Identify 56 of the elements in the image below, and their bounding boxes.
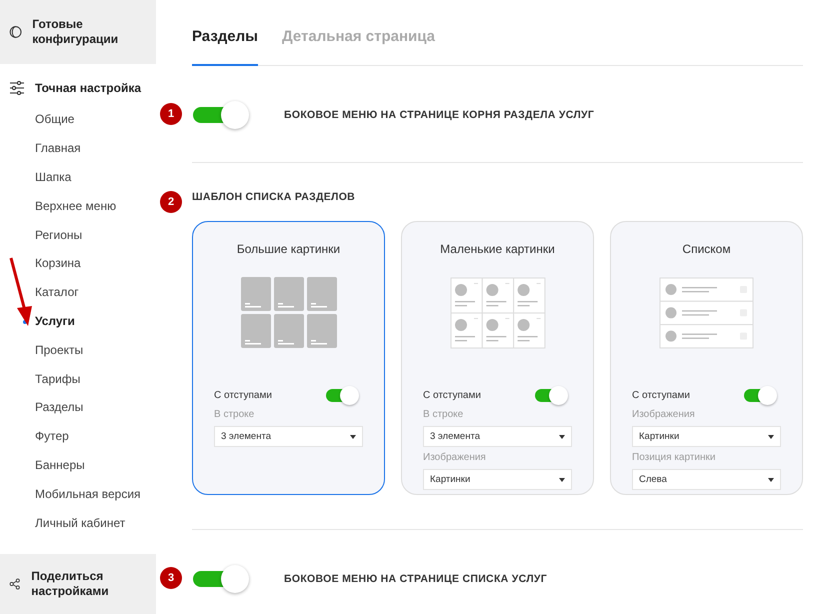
sidebar-item[interactable]: Разделы [35, 400, 84, 414]
sidebar-item[interactable]: Каталог [35, 285, 79, 300]
toggle-switch[interactable] [192, 100, 250, 130]
sidebar-item[interactable]: Футер [35, 429, 69, 444]
template-card[interactable]: Списком С отступами Изображения Картинки Позиция картинки Слева [610, 221, 803, 495]
sidebar-item[interactable]: Мобильная версия [35, 486, 141, 501]
circle-icon [9, 24, 22, 40]
sidebar-item[interactable]: Общие [35, 112, 74, 126]
caret-icon [768, 434, 774, 438]
toggle-switch[interactable] [192, 564, 250, 594]
field-label: Изображения [632, 409, 696, 422]
sidebar-item[interactable]: Регионы [35, 228, 82, 242]
select-field[interactable]: Картинки [423, 469, 572, 490]
caret-icon [559, 434, 565, 438]
select-field[interactable]: Слева [632, 469, 781, 490]
section-heading: ШАБЛОН СПИСКА РАЗДЕЛОВ [192, 191, 356, 203]
sidebar-item[interactable]: Баннеры [35, 458, 85, 472]
caret-icon [559, 478, 565, 482]
sidebar-item[interactable]: Шапка [35, 170, 72, 184]
card-title: Маленькие картинки [439, 242, 556, 258]
switch-label: С отступами [423, 390, 481, 400]
template-card[interactable]: Большие картинки С отступами В строке 3 элемента [192, 221, 385, 495]
sidebar-item[interactable]: Личный кабинет [35, 516, 126, 530]
sidebar-item[interactable]: Главная [35, 141, 81, 156]
sidebar-item[interactable]: Услуги [35, 314, 75, 328]
number-badge: 2 [160, 191, 182, 213]
caret-icon [350, 434, 356, 438]
field-label: Позиция картинки [632, 452, 716, 465]
select-field[interactable]: 3 элемента [214, 426, 363, 447]
number-badge: 3 [160, 567, 182, 589]
switch-label: С отступами [214, 390, 272, 400]
sidebar-item[interactable]: Корзина [35, 256, 81, 270]
toggle-switch[interactable] [325, 384, 361, 406]
tab[interactable]: Разделы [192, 28, 258, 66]
sidebar-item[interactable]: Проекты [35, 342, 84, 357]
card-title: Большие картинки [236, 242, 342, 258]
template-card[interactable]: Маленькие картинки С отступами В строке 3 элемента Изображения Картинки [401, 221, 594, 495]
caret-icon [768, 478, 774, 482]
number-badge: 1 [160, 103, 182, 125]
switch-label: С отступами [632, 390, 690, 400]
toggle-switch[interactable] [534, 384, 570, 406]
card-title: Списком [681, 242, 732, 258]
select-field[interactable]: Картинки [632, 426, 781, 447]
share-icon [9, 576, 22, 592]
select-field[interactable]: 3 элемента [423, 426, 572, 447]
sliders-icon [9, 81, 25, 95]
field-label: В строке [423, 409, 464, 422]
sidebar-item[interactable]: Верхнее меню [35, 198, 116, 213]
toggle-switch[interactable] [743, 384, 779, 406]
nav-heading[interactable]: Точная настройка [35, 80, 142, 96]
section-heading: БОКОВОЕ МЕНЮ НА СТРАНИЦЕ КОРНЯ РАЗДЕЛА УСЛУГ [284, 109, 594, 121]
field-label: В строке [214, 409, 256, 422]
sidebar-item[interactable]: Тарифы [35, 372, 80, 386]
arrow-icon [8, 256, 34, 328]
section-heading: БОКОВОЕ МЕНЮ НА СТРАНИЦЕ СПИСКА УСЛУГ [284, 573, 547, 585]
field-label: Изображения [423, 452, 487, 465]
